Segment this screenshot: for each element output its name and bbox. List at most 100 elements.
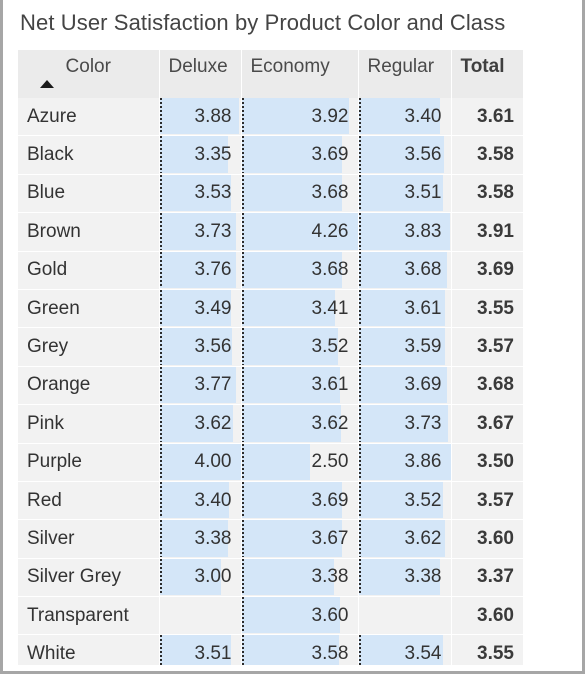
cell-value: 3.56 <box>194 336 232 358</box>
table-row[interactable]: Transparent 3.60 3.60 <box>18 596 523 636</box>
cell-total: 3.55 <box>451 634 523 665</box>
cell-value: 3.61 <box>404 297 442 319</box>
sort-ascending-triangle-icon[interactable] <box>40 80 54 88</box>
table-row[interactable]: Pink 3.62 3.62 3.73 3.67 <box>18 404 523 444</box>
cell-value: 3.53 <box>194 182 232 204</box>
column-header-regular[interactable]: Regular <box>358 50 452 98</box>
cell-value: 3.00 <box>194 566 232 588</box>
cell-regular: 3.54 <box>358 634 452 665</box>
cell-total: 3.58 <box>451 174 523 214</box>
cell-total: 3.50 <box>451 443 523 482</box>
cell-economy: 3.62 <box>241 404 359 444</box>
cell-value: 3.52 <box>404 489 442 511</box>
table-header: Color Deluxe Economy Regular Total <box>18 50 523 98</box>
row-label: Brown <box>27 220 81 242</box>
cell-color: Red <box>18 481 160 521</box>
cell-deluxe: 3.62 <box>159 404 242 444</box>
cell-deluxe: 3.53 <box>159 174 242 214</box>
total-value: 3.68 <box>477 374 514 396</box>
cell-economy: 3.58 <box>241 634 359 665</box>
row-label: Black <box>27 144 74 166</box>
cell-total: 3.67 <box>451 404 523 444</box>
cell-economy: 3.60 <box>241 596 359 636</box>
table-row[interactable]: Silver Grey 3.00 3.38 3.38 3.37 <box>18 558 523 598</box>
table-row[interactable]: Blue 3.53 3.68 3.51 3.58 <box>18 174 523 214</box>
table-row[interactable]: White 3.51 3.58 3.54 3.55 <box>18 634 523 665</box>
cell-value: 3.59 <box>404 336 442 358</box>
cell-deluxe: 3.77 <box>159 366 242 406</box>
cell-deluxe: 3.40 <box>159 481 242 521</box>
row-label: Orange <box>27 374 91 396</box>
table-row[interactable]: Red 3.40 3.69 3.52 3.57 <box>18 481 523 521</box>
table-row[interactable]: Black 3.35 3.69 3.56 3.58 <box>18 135 523 175</box>
cell-economy: 4.26 <box>241 212 359 252</box>
table-row[interactable]: Grey 3.56 3.52 3.59 3.57 <box>18 327 523 367</box>
cell-regular: 3.86 <box>358 443 452 482</box>
cell-color: Transparent <box>18 596 160 636</box>
table-row[interactable]: Azure 3.88 3.92 3.40 3.61 <box>18 98 523 137</box>
cell-value: 2.50 <box>311 451 349 473</box>
column-header-total[interactable]: Total <box>451 50 523 98</box>
matrix-table: Color Deluxe Economy Regular Total Azure… <box>18 50 523 665</box>
cell-color: Black <box>18 135 160 175</box>
row-label: Transparent <box>27 604 129 626</box>
column-header-economy[interactable]: Economy <box>241 50 359 98</box>
cell-value: 4.26 <box>311 220 349 242</box>
cell-value: 3.69 <box>404 374 442 396</box>
cell-regular: 3.62 <box>358 519 452 559</box>
total-value: 3.91 <box>477 220 514 242</box>
total-value: 3.69 <box>477 259 514 281</box>
matrix-scroll-area[interactable]: Color Deluxe Economy Regular Total Azure… <box>18 50 523 665</box>
cell-deluxe: 3.76 <box>159 251 242 290</box>
table-row[interactable]: Purple 4.00 2.50 3.86 3.50 <box>18 443 523 482</box>
column-header-deluxe[interactable]: Deluxe <box>159 50 242 98</box>
cell-deluxe: 3.73 <box>159 212 242 252</box>
table-row[interactable]: Silver 3.38 3.67 3.62 3.60 <box>18 519 523 559</box>
cell-economy: 3.92 <box>241 98 359 137</box>
cell-value: 3.49 <box>194 297 232 319</box>
cell-deluxe <box>159 596 242 636</box>
matrix-visual-container: Net User Satisfaction by Product Color a… <box>0 0 585 674</box>
cell-total: 3.37 <box>451 558 523 598</box>
cell-regular: 3.69 <box>358 366 452 406</box>
cell-value: 3.68 <box>404 259 442 281</box>
cell-economy: 3.67 <box>241 519 359 559</box>
row-label: White <box>27 643 76 665</box>
column-header-color[interactable]: Color <box>18 50 160 98</box>
cell-color: Blue <box>18 174 160 214</box>
cell-value: 3.76 <box>194 259 232 281</box>
cell-economy: 3.69 <box>241 135 359 175</box>
cell-value: 3.60 <box>311 604 349 626</box>
cell-deluxe: 3.49 <box>159 289 242 329</box>
cell-value: 3.88 <box>194 105 232 127</box>
cell-value: 3.92 <box>311 105 349 127</box>
cell-total: 3.61 <box>451 98 523 137</box>
row-label: Silver <box>27 527 75 549</box>
cell-economy: 3.69 <box>241 481 359 521</box>
cell-total: 3.68 <box>451 366 523 406</box>
row-label: Green <box>27 297 80 319</box>
cell-regular: 3.59 <box>358 327 452 367</box>
cell-regular: 3.51 <box>358 174 452 214</box>
row-label: Blue <box>27 182 66 204</box>
table-row[interactable]: Green 3.49 3.41 3.61 3.55 <box>18 289 523 329</box>
total-value: 3.60 <box>477 527 514 549</box>
cell-value: 3.73 <box>194 220 232 242</box>
cell-value: 3.35 <box>194 144 232 166</box>
cell-total: 3.60 <box>451 519 523 559</box>
cell-regular: 3.83 <box>358 212 452 252</box>
table-row[interactable]: Orange 3.77 3.61 3.69 3.68 <box>18 366 523 406</box>
total-value: 3.55 <box>477 643 514 665</box>
column-header-color-label: Color <box>65 56 111 77</box>
cell-color: Grey <box>18 327 160 367</box>
page-title: Net User Satisfaction by Product Color a… <box>20 10 506 35</box>
cell-deluxe: 3.35 <box>159 135 242 175</box>
total-value: 3.50 <box>477 451 514 473</box>
table-row[interactable]: Brown 3.73 4.26 3.83 3.91 <box>18 212 523 252</box>
table-row[interactable]: Gold 3.76 3.68 3.68 3.69 <box>18 251 523 290</box>
cell-color: Green <box>18 289 160 329</box>
column-header-regular-label: Regular <box>367 56 435 77</box>
cell-regular: 3.61 <box>358 289 452 329</box>
total-value: 3.57 <box>477 336 514 358</box>
cell-color: Purple <box>18 443 160 482</box>
